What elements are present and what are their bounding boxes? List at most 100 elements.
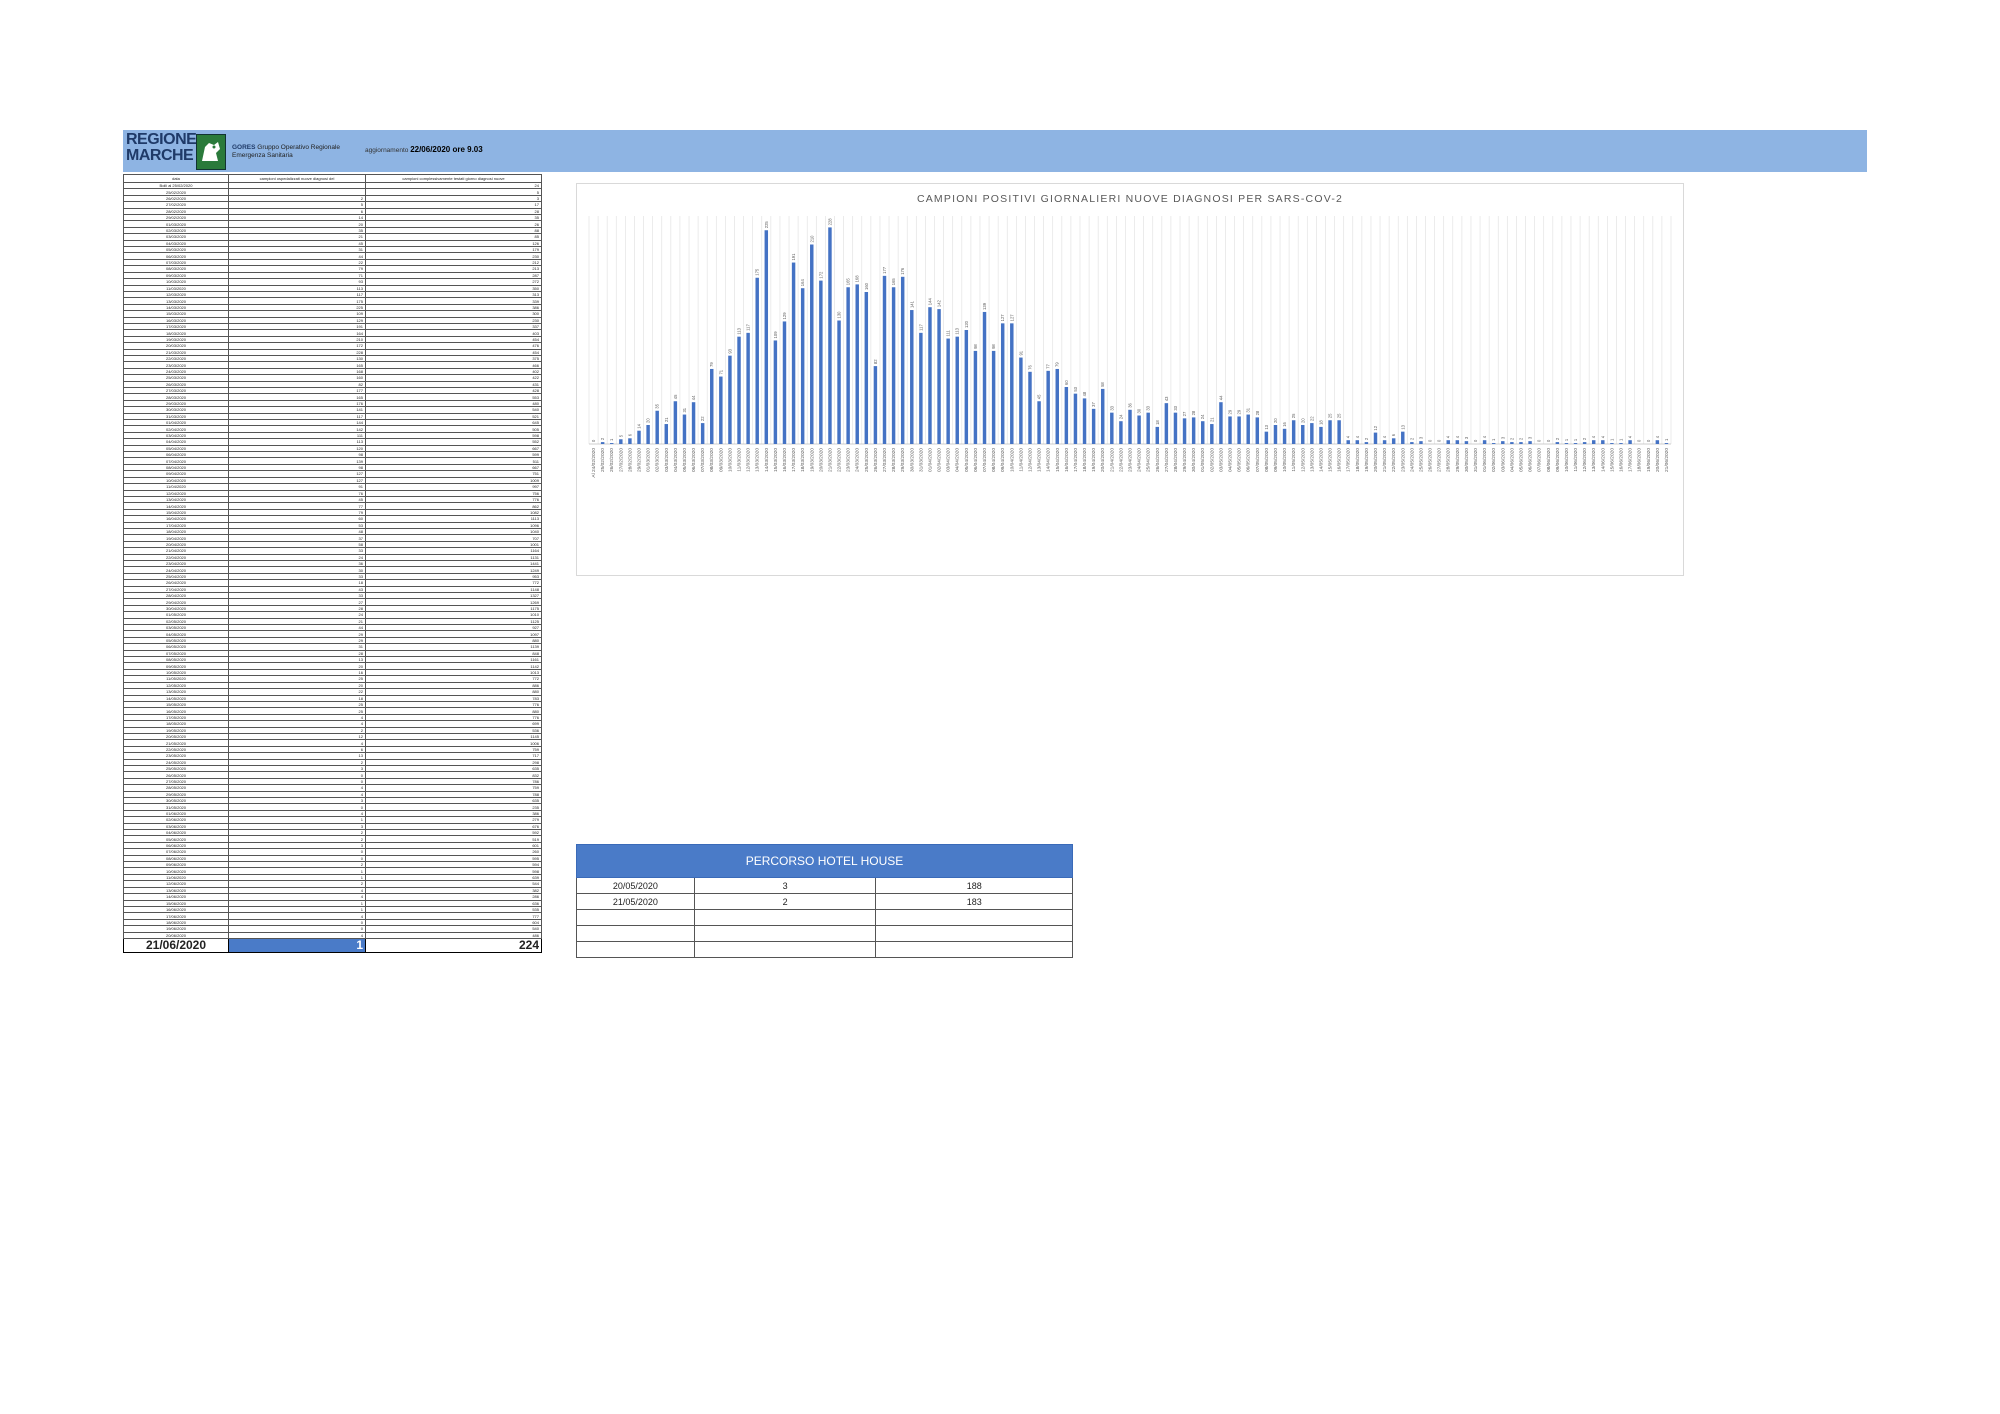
chart-bar [1291, 420, 1296, 444]
x-tick-label: 11/05/2020 [1291, 448, 1297, 472]
chart-bar [700, 423, 705, 444]
x-tick-label: 26/02/2020 [609, 448, 615, 472]
chart-bar [846, 287, 850, 444]
chart-bar [1201, 421, 1205, 444]
x-tick-label: 25/03/2020 [864, 448, 870, 472]
chart-bar [819, 280, 823, 444]
x-tick-label: 02/04/2020 [937, 448, 943, 472]
data-label: 4 [1628, 435, 1633, 438]
regione-marche-logo: REGIONE MARCHE [124, 131, 228, 171]
data-label: 0 [1546, 439, 1551, 442]
data-label: 3 [1528, 436, 1533, 439]
x-tick-label: 17/05/2020 [1346, 448, 1352, 472]
data-label: 2 [1364, 437, 1369, 440]
chart-bar [764, 230, 769, 444]
x-tick-label: 11/06/2020 [1573, 448, 1579, 472]
data-label: 4 [1655, 435, 1660, 438]
data-label: 98 [973, 344, 978, 349]
data-label: 22 [700, 416, 705, 421]
chart-bar [1655, 440, 1660, 444]
chart-bar [619, 439, 623, 444]
chart-bar [1019, 357, 1023, 444]
data-label: 33 [1146, 405, 1151, 410]
chart-bar [1510, 442, 1514, 444]
chart-bar [1310, 423, 1314, 444]
hotel-cell: 188 [875, 877, 1073, 894]
chart-bar [1237, 416, 1241, 444]
x-tick-label: 09/05/2020 [1273, 448, 1279, 472]
x-tick-label: 15/05/2020 [1328, 448, 1334, 472]
data-label: 53 [1073, 386, 1078, 391]
chart-bar [664, 424, 669, 444]
chart-bar [637, 430, 641, 444]
x-tick-label: 14/05/2020 [1318, 448, 1324, 472]
data-label: 4 [1446, 435, 1451, 438]
data-label: 79 [1055, 362, 1060, 367]
data-label: 160 [864, 282, 869, 290]
data-label: 91 [1018, 350, 1023, 355]
data-label: 1 [1609, 438, 1614, 441]
data-label: 1 [609, 438, 614, 441]
chart-bar [937, 309, 941, 444]
data-label: 20 [1273, 418, 1278, 423]
x-tick-label: 29/03/2020 [900, 448, 906, 472]
chart-bar [1100, 388, 1105, 444]
x-tick-label: 17/03/2020 [791, 448, 797, 472]
x-tick-label: 26/05/2020 [1428, 448, 1434, 472]
chart-bar [837, 320, 841, 444]
chart-bar [1582, 442, 1587, 444]
data-label: 18 [1318, 420, 1323, 425]
chart-bar [1528, 441, 1532, 444]
x-tick-label: 13/06/2020 [1591, 448, 1597, 472]
data-label: 191 [791, 253, 796, 261]
chart-bar [1491, 443, 1496, 444]
data-label: 2 [1555, 437, 1560, 440]
hotel-cell [693, 925, 877, 942]
x-tick-label: 16/05/2020 [1337, 448, 1343, 472]
data-label: 25 [1291, 413, 1296, 418]
data-label: 3 [1418, 436, 1423, 439]
hotel-cell [576, 941, 695, 958]
x-tick-label: 26/04/2020 [1155, 448, 1161, 472]
data-label: 111 [946, 330, 951, 337]
data-label: 141 [909, 300, 914, 308]
chart-bar [1028, 371, 1032, 444]
chart-bar [1146, 412, 1150, 444]
x-tick-label: 07/04/2020 [982, 448, 988, 472]
data-label: 29 [1237, 409, 1242, 414]
chart-bar [1110, 412, 1114, 444]
chart-bar [1355, 440, 1360, 444]
chart-bar [955, 336, 959, 444]
data-label: 0 [1437, 439, 1442, 442]
data-label: 13 [1264, 424, 1269, 429]
x-tick-label: 09/04/2020 [1000, 448, 1006, 472]
hotel-row: 20/05/2020 3 188 [576, 877, 1073, 894]
x-tick-label: 20/03/2020 [818, 448, 824, 472]
x-tick-label: 01/05/2020 [1200, 448, 1206, 472]
data-label: 172 [818, 271, 823, 279]
chart-bar [1337, 420, 1341, 444]
data-label: 0 [1473, 439, 1478, 442]
x-tick-label: 30/04/2020 [1191, 448, 1197, 472]
chart-bar [1119, 421, 1123, 444]
x-tick-label: 10/05/2020 [1282, 448, 1288, 472]
data-label: 0 [1637, 439, 1642, 442]
x-tick-label: 06/06/2020 [1528, 448, 1534, 472]
data-label: 24 [1200, 414, 1205, 419]
data-label: 210 [809, 235, 814, 243]
chart-bar [1628, 440, 1632, 444]
chart-bar [1255, 417, 1260, 444]
chart-bar [873, 366, 878, 444]
data-label: 37 [1091, 402, 1096, 407]
chart-bar [1037, 401, 1041, 444]
data-label: 1 [1564, 438, 1569, 441]
x-tick-label: 28/05/2020 [1446, 448, 1452, 472]
chart-bar [891, 287, 896, 444]
x-tick-label: 18/04/2020 [1082, 448, 1088, 472]
hotel-cell [693, 941, 877, 958]
data-label: 98 [991, 344, 996, 349]
chart-bar [1455, 440, 1460, 444]
hotel-row [576, 909, 1073, 926]
x-tick-label: 27/04/2020 [1164, 448, 1170, 472]
data-label: 2 [1409, 437, 1414, 440]
